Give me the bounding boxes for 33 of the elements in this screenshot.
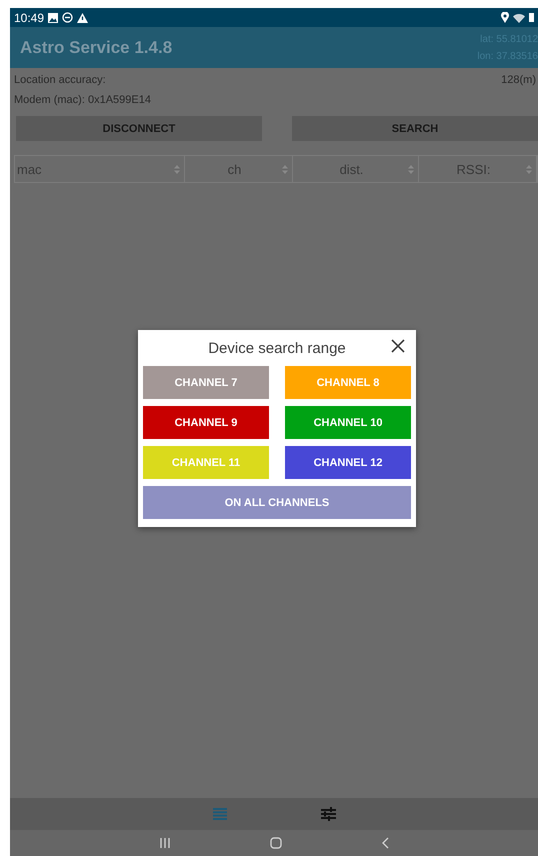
sliders-icon (320, 807, 336, 821)
channel-button[interactable]: CHANNEL 8 (285, 366, 411, 399)
channel-button[interactable]: CHANNEL 11 (143, 446, 269, 479)
sliders-tab[interactable] (318, 805, 338, 823)
channel-button[interactable]: CHANNEL 12 (285, 446, 411, 479)
location-pin-icon (501, 12, 509, 23)
channel-button[interactable]: CHANNEL 9 (143, 406, 269, 439)
dialog-title: Device search range (208, 340, 346, 356)
home-icon[interactable] (270, 837, 282, 849)
wifi-icon (513, 12, 525, 22)
close-button[interactable] (391, 339, 405, 353)
accuracy-value: 128(m) (501, 74, 536, 86)
minus-circle-icon (62, 12, 74, 23)
search-button[interactable]: SEARCH (292, 116, 538, 141)
sort-arrows-icon (282, 164, 288, 174)
channel-button[interactable]: CHANNEL 10 (285, 406, 411, 439)
app-title: Astro Service 1.4.8 (20, 38, 172, 58)
status-time: 10:49 (14, 10, 44, 24)
disconnect-button[interactable]: DISCONNECT (16, 116, 262, 141)
image-icon (48, 12, 58, 22)
close-icon (391, 339, 405, 353)
sort-arrows-icon (408, 164, 414, 174)
battery-icon (529, 13, 534, 22)
accuracy-label: Location accuracy: (14, 74, 106, 86)
list-icon (212, 808, 226, 820)
sort-arrows-icon (174, 164, 180, 174)
modem-text: Modem (mac): 0x1A599E14 (14, 94, 152, 106)
all-channels-button[interactable]: ON ALL CHANNELS (143, 486, 411, 519)
channel-button[interactable]: CHANNEL 7 (143, 366, 269, 399)
recent-apps-icon[interactable] (160, 838, 170, 848)
sort-arrows-icon (526, 164, 532, 174)
back-icon[interactable] (382, 837, 388, 849)
warning-icon (77, 12, 88, 22)
